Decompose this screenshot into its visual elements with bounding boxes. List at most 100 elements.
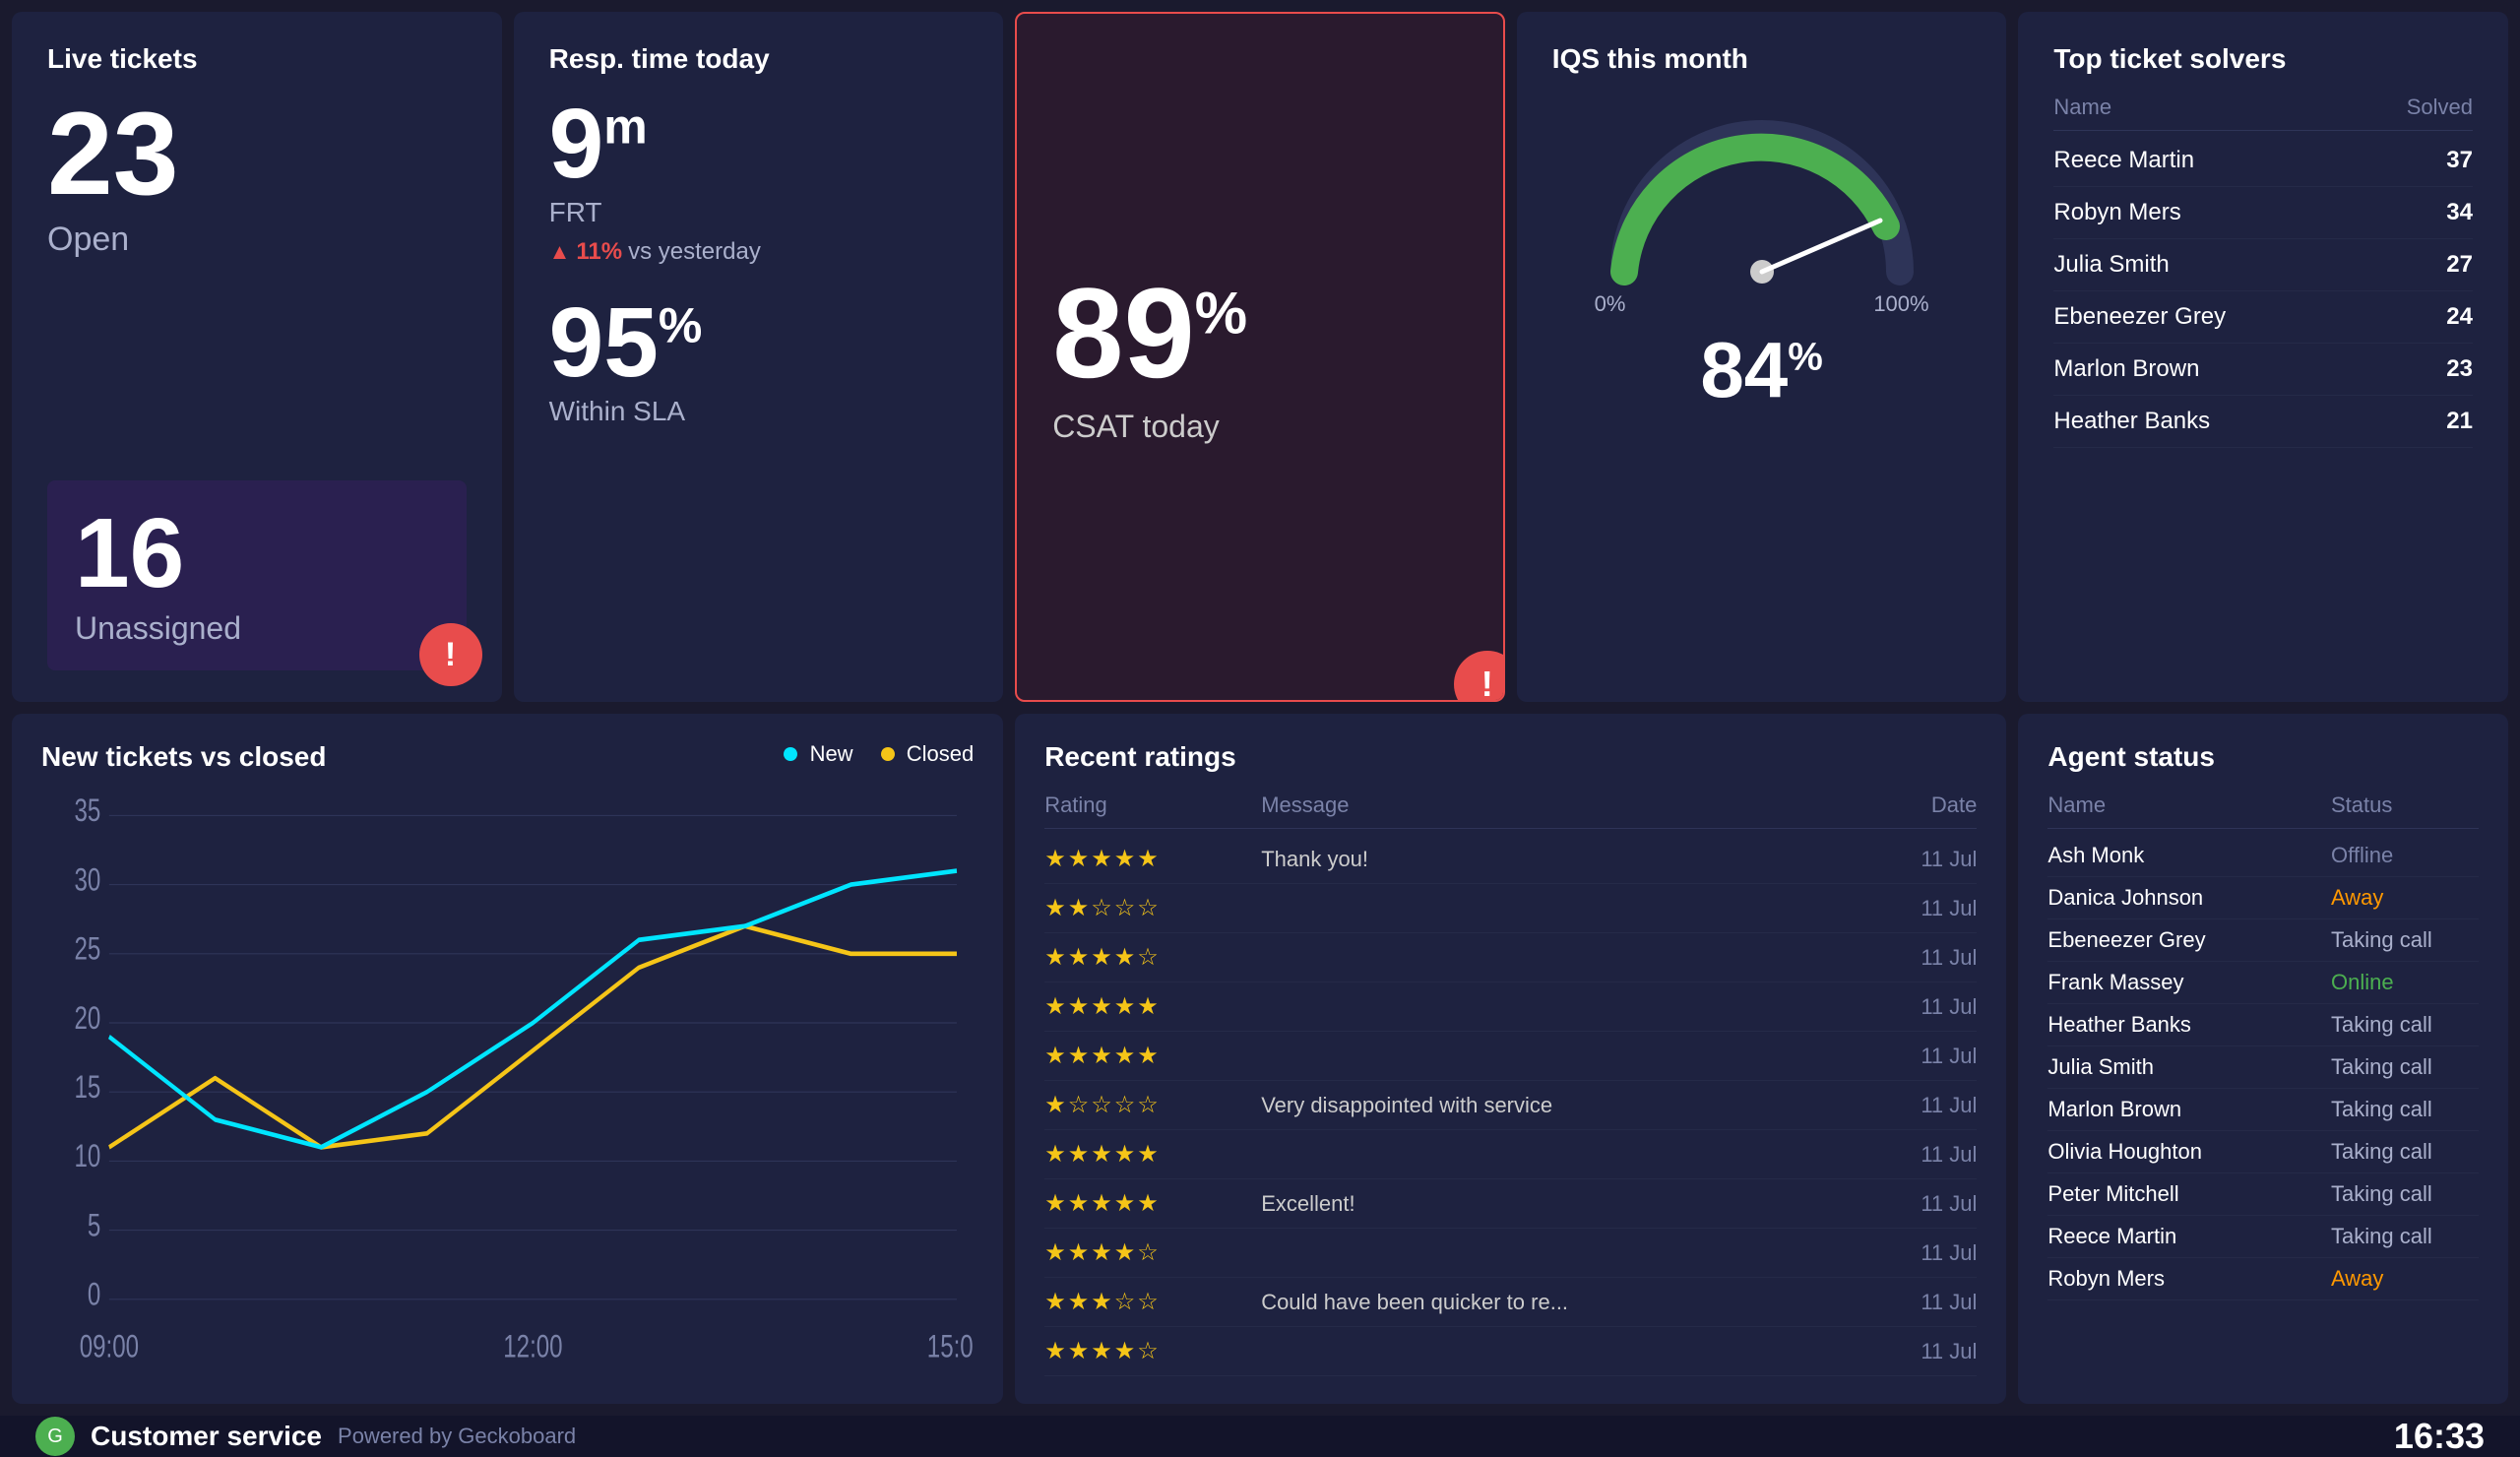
rating-date: 11 Jul [1849,896,1977,921]
agent-name: Ash Monk [2048,843,2331,868]
agent-title: Agent status [2048,741,2479,773]
gauge-labels: 0% 100% [1595,291,1929,317]
agent-status: Offline [2331,843,2479,868]
frt-label: FRT [549,197,969,228]
solvers-col-solved: Solved [2407,95,2473,120]
agent-name: Peter Mitchell [2048,1181,2331,1207]
agent-status: Away [2331,885,2479,911]
solver-name: Reece Martin [2053,147,2194,174]
svg-text:0: 0 [88,1277,100,1312]
csat-label: CSAT today [1052,409,1220,445]
rating-message: Excellent! [1261,1191,1849,1217]
ratings-header: Rating Message Date [1044,792,1977,829]
agent-row: Heather Banks Taking call [2048,1004,2479,1046]
legend-closed-dot [881,747,895,761]
star-rating: ★★★★★ [1044,845,1261,873]
agent-status: Online [2331,970,2479,995]
solver-row: Marlon Brown 23 [2053,344,2473,396]
chart-legend: New Closed [784,741,974,767]
agent-status: Taking call [2331,927,2479,953]
sla-metric: 95% Within SLA [549,293,969,427]
chart-area: 3530252015105009:0012:0015:00 [41,792,974,1368]
solvers-header: Name Solved [2053,95,2473,131]
iqs-value: 84% [1700,325,1823,415]
ratings-card: Recent ratings Rating Message Date ★★★★★… [1015,714,2006,1404]
footer-powered: Powered by Geckoboard [338,1424,576,1449]
agent-row: Ash Monk Offline [2048,835,2479,877]
iqs-title: IQS this month [1552,43,1748,75]
live-tickets-card: Live tickets 23 Open 16 Unassigned ! [12,12,502,702]
agent-col-name: Name [2048,792,2331,818]
csat-value: 89% [1052,269,1247,397]
agent-card: Agent status Name Status Ash Monk Offlin… [2018,714,2508,1404]
rating-date: 11 Jul [1849,847,1977,872]
csat-alert-badge: ! [1454,651,1505,702]
footer: G Customer service Powered by Geckoboard… [0,1416,2520,1457]
rating-row: ★★★★☆ 11 Jul [1044,1229,1977,1278]
agent-row: Danica Johnson Away [2048,877,2479,919]
solver-count: 23 [2446,355,2473,383]
frt-trend: ▲ 11% vs yesterday [549,238,969,266]
agent-col-status: Status [2331,792,2479,818]
rating-row: ★★★★☆ 11 Jul [1044,1327,1977,1376]
agent-row: Julia Smith Taking call [2048,1046,2479,1089]
trend-text: vs yesterday [628,238,761,266]
svg-text:15: 15 [74,1070,100,1106]
svg-text:12:00: 12:00 [503,1329,562,1364]
rating-date: 11 Jul [1849,1339,1977,1364]
agent-name: Julia Smith [2048,1054,2331,1080]
footer-time: 16:33 [2394,1416,2485,1457]
solver-name: Marlon Brown [2053,355,2199,383]
star-rating: ★★★★★ [1044,992,1261,1021]
unassigned-label: Unassigned [75,610,439,647]
gauge-min: 0% [1595,291,1626,317]
rating-row: ★★★★★ 11 Jul [1044,982,1977,1032]
solvers-col-name: Name [2053,95,2111,120]
solver-row: Julia Smith27 [2053,239,2473,291]
rating-row: ★★★★★ Thank you! 11 Jul [1044,835,1977,884]
ratings-col-message: Message [1261,792,1849,818]
rating-date: 11 Jul [1849,1290,1977,1315]
gauge-max: 100% [1873,291,1928,317]
agent-status: Away [2331,1266,2479,1292]
live-tickets-title: Live tickets [47,43,467,75]
agent-name: Frank Massey [2048,970,2331,995]
open-count: 23 [47,95,467,213]
svg-text:25: 25 [74,931,100,967]
rating-date: 11 Jul [1849,1044,1977,1069]
unassigned-box: 16 Unassigned ! [47,480,467,670]
trend-arrow-icon: ▲ [549,239,571,265]
unassigned-alert-badge: ! [419,623,482,686]
agent-row: Olivia Houghton Taking call [2048,1131,2479,1173]
footer-left: G Customer service Powered by Geckoboard [35,1417,576,1456]
solver-count: 34 [2446,199,2473,226]
svg-text:5: 5 [88,1208,100,1243]
rating-date: 11 Jul [1849,945,1977,971]
svg-text:20: 20 [74,1000,100,1036]
solver-count: 21 [2446,408,2473,435]
agent-status: Taking call [2331,1054,2479,1080]
rating-row: ★★★★★ 11 Jul [1044,1032,1977,1081]
agent-row: Peter Mitchell Taking call [2048,1173,2479,1216]
agent-name: Ebeneezer Grey [2048,927,2331,953]
star-rating: ★★★★★ [1044,1140,1261,1169]
rating-date: 11 Jul [1849,1093,1977,1118]
solvers-card: Top ticket solvers Name Solved Reece Mar… [2018,12,2508,702]
svg-text:09:00: 09:00 [80,1329,139,1364]
chart-card: New tickets vs closed New Closed 3530252… [12,714,1003,1404]
svg-text:35: 35 [74,793,100,829]
open-label: Open [47,221,467,259]
agent-header: Name Status [2048,792,2479,829]
rating-row: ★★☆☆☆ 11 Jul [1044,884,1977,933]
agent-row: Ebeneezer Grey Taking call [2048,919,2479,962]
star-rating: ★☆☆☆☆ [1044,1091,1261,1119]
legend-new-dot [784,747,797,761]
solvers-rows: Reece Martin37Robyn Mers34Julia Smith27E… [2053,135,2473,448]
rating-row: ★★★★★ 11 Jul [1044,1130,1977,1179]
solver-row: Reece Martin37 [2053,135,2473,187]
footer-title: Customer service [91,1421,322,1452]
agent-name: Danica Johnson [2048,885,2331,911]
legend-closed: Closed [881,741,975,767]
ratings-rows: ★★★★★ Thank you! 11 Jul ★★☆☆☆ 11 Jul ★★★… [1044,835,1977,1376]
solver-row: Robyn Mers34 [2053,187,2473,239]
